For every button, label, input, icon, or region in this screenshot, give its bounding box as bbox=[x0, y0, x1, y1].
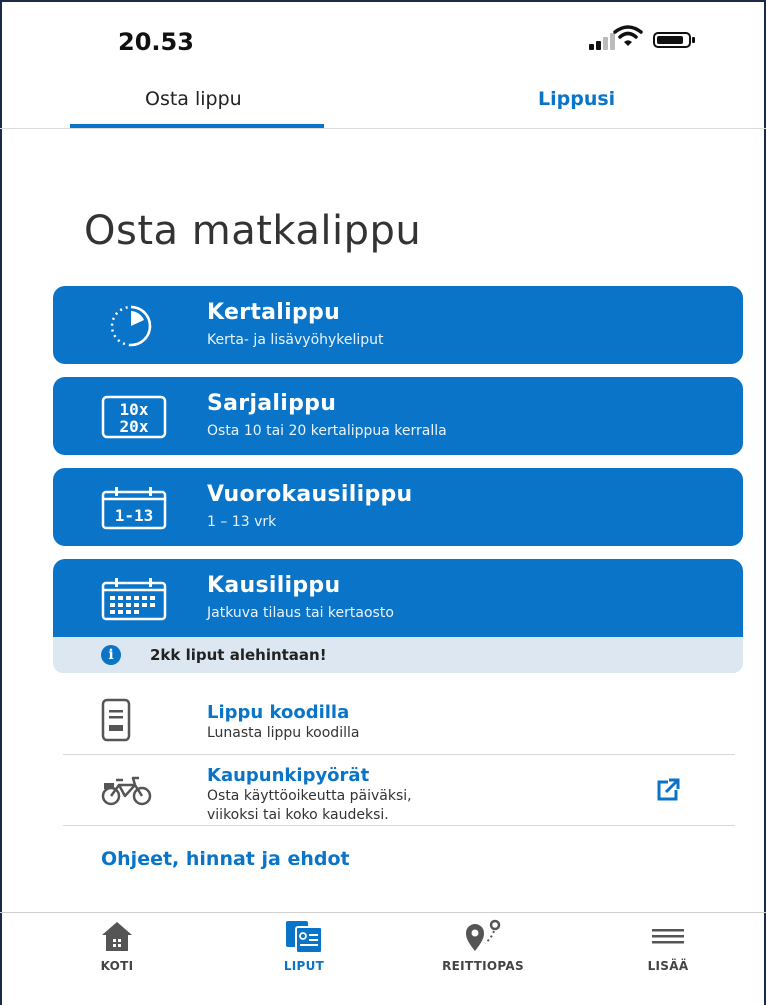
home-icon bbox=[102, 922, 132, 951]
tab-your-tickets[interactable]: Lippusi bbox=[538, 88, 615, 110]
nav-item-more[interactable]: LISÄÄ bbox=[608, 915, 728, 985]
help-link[interactable]: Ohjeet, hinnat ja ehdot bbox=[101, 848, 350, 870]
ticket-card-season[interactable]: Kausilippu Jatkuva tilaus tai kertaosto bbox=[53, 559, 743, 637]
phone-code-icon bbox=[101, 698, 131, 742]
list-item-title: Lippu koodilla bbox=[207, 702, 350, 723]
bicycle-icon bbox=[101, 776, 152, 806]
list-item-city-bikes[interactable]: Kaupunkipyörät Osta käyttöoikeutta päivä… bbox=[63, 755, 735, 825]
info-icon: i bbox=[101, 645, 121, 665]
ticket-subtitle: Jatkuva tilaus tai kertaosto bbox=[207, 605, 394, 621]
battery-icon bbox=[653, 32, 695, 48]
nav-item-tickets[interactable]: LIPUT bbox=[244, 915, 364, 985]
list-item-subtitle: Lunasta lippu koodilla bbox=[207, 725, 360, 741]
menu-icon bbox=[652, 929, 684, 944]
stopwatch-icon bbox=[110, 305, 152, 347]
ticket-subtitle: 1 – 13 vrk bbox=[207, 514, 277, 530]
ticket-title: Sarjalippu bbox=[207, 391, 337, 416]
promo-banner[interactable]: i 2kk liput alehintaan! bbox=[53, 637, 743, 673]
row-divider bbox=[63, 825, 735, 826]
tab-buy-ticket[interactable]: Osta lippu bbox=[145, 88, 242, 110]
series-icon-text-20: 20x bbox=[120, 417, 149, 436]
tab-divider bbox=[0, 128, 766, 129]
list-item-subtitle-line-1: Osta käyttöoikeutta päiväksi, bbox=[207, 788, 412, 804]
ticket-subtitle: Osta 10 tai 20 kertalippua kerralla bbox=[207, 423, 447, 439]
ticket-card-series[interactable]: 10x 20x Sarjalippu Osta 10 tai 20 kertal… bbox=[53, 377, 743, 455]
status-time: 20.53 bbox=[118, 28, 194, 56]
day-icon-text: 1-13 bbox=[115, 506, 154, 525]
ticket-title: Kausilippu bbox=[207, 573, 341, 598]
wifi-icon bbox=[613, 25, 643, 46]
series-ticket-icon: 10x 20x bbox=[101, 395, 167, 439]
nav-label: KOTI bbox=[100, 959, 134, 973]
ticket-title: Kertalippu bbox=[207, 300, 341, 325]
nav-item-home[interactable]: KOTI bbox=[57, 915, 177, 985]
page-title: Osta matkalippu bbox=[84, 208, 422, 254]
bottom-nav-divider bbox=[0, 912, 766, 913]
external-link-icon[interactable] bbox=[655, 777, 681, 803]
ticket-card-day[interactable]: 1-13 Vuorokausilippu 1 – 13 vrk bbox=[53, 468, 743, 546]
ticket-title: Vuorokausilippu bbox=[207, 482, 413, 507]
nav-label: REITTIOPAS bbox=[442, 959, 524, 973]
calendar-day-icon: 1-13 bbox=[101, 487, 167, 530]
nav-label: LIPUT bbox=[283, 959, 325, 973]
nav-label: LISÄÄ bbox=[647, 959, 689, 973]
list-item-code-ticket[interactable]: Lippu koodilla Lunasta lippu koodilla bbox=[63, 690, 735, 754]
list-item-title: Kaupunkipyörät bbox=[207, 765, 370, 786]
ticket-card-single[interactable]: Kertalippu Kerta- ja lisävyöhykeliput bbox=[53, 286, 743, 364]
list-item-subtitle-line-2: viikoksi tai koko kaudeksi. bbox=[207, 807, 389, 823]
promo-text: 2kk liput alehintaan! bbox=[150, 646, 327, 664]
ticket-subtitle: Kerta- ja lisävyöhykeliput bbox=[207, 332, 384, 348]
nav-item-route-planner[interactable]: REITTIOPAS bbox=[423, 915, 543, 985]
tickets-icon bbox=[286, 921, 323, 954]
route-icon bbox=[466, 919, 501, 951]
calendar-month-icon bbox=[101, 578, 167, 621]
